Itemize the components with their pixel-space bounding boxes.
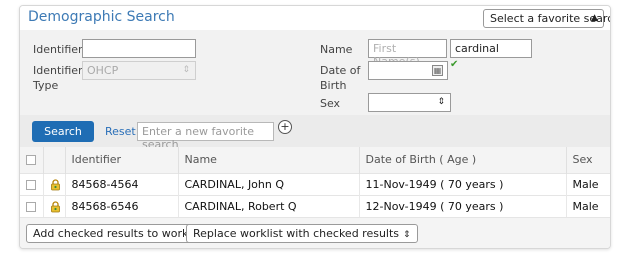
dob-label-line1: Date of [320, 64, 361, 77]
favorite-search-select[interactable]: Select a favorite search ▲ [483, 9, 610, 28]
identifier-type-label-line2: Type [33, 79, 59, 92]
select-arrows-icon: ⇕ [182, 65, 190, 75]
sex-select[interactable]: ⇕ [368, 93, 451, 112]
search-button[interactable]: Search [32, 121, 94, 142]
dob-cell: 12-Nov-1949 ( 70 years ) [358, 195, 566, 217]
select-arrows-icon: ⇕ [437, 97, 445, 107]
identifier-type-label-line1: Identifier [33, 64, 83, 77]
lock-icon [50, 178, 60, 190]
name-column-header[interactable]: Name [177, 147, 359, 173]
search-actions-bar: Search Reset Enter a new favorite search… [20, 115, 610, 151]
replace-worklist-select[interactable]: Replace worklist with checked results ⇕ [186, 224, 418, 243]
name-label: Name [320, 43, 353, 56]
dob-column-header[interactable]: Date of Birth ( Age ) [358, 147, 566, 173]
add-to-worklist-label: Add checked results to worklist [33, 227, 205, 240]
lock-cell [42, 195, 65, 217]
identifier-cell: 84568-6546 [64, 195, 178, 217]
select-arrows-icon: ⇕ [403, 230, 411, 240]
row-checkbox-cell [20, 195, 43, 217]
add-favorite-plus-icon[interactable]: + [278, 120, 292, 134]
row-checkbox[interactable] [26, 179, 36, 190]
lock-column-header [42, 147, 65, 173]
identifier-input[interactable] [82, 39, 196, 58]
dob-input[interactable]: ▦ [368, 61, 448, 80]
select-all-header [20, 147, 43, 173]
last-name-input[interactable]: cardinal [450, 39, 532, 58]
results-footer: Add checked results to worklist ⇕ Replace… [20, 217, 610, 248]
search-form: Identifier Identifier Type OHCP ⇕ Name F… [20, 30, 610, 115]
identifier-type-label: Identifier Type [33, 63, 83, 93]
results-table: Identifier Name Date of Birth ( Age ) Se… [20, 147, 610, 217]
table-row[interactable]: 84568-4564 CARDINAL, John Q 11-Nov-1949 … [20, 173, 610, 195]
dob-cell: 11-Nov-1949 ( 70 years ) [358, 173, 566, 195]
panel-title: Demographic Search [28, 9, 175, 25]
identifier-type-value: OHCP [87, 64, 119, 77]
results-header-row: Identifier Name Date of Birth ( Age ) Se… [20, 147, 610, 173]
sex-label: Sex [320, 97, 341, 110]
sex-column-header[interactable]: Sex [565, 147, 610, 173]
select-arrows-icon: ▲ [591, 13, 598, 23]
dob-label-line2: Birth [320, 79, 347, 92]
lock-icon [50, 201, 60, 213]
demographic-search-panel: Demographic Search Select a favorite sea… [19, 5, 611, 249]
panel-header: Demographic Search Select a favorite sea… [20, 6, 610, 30]
valid-check-icon: ✔ [450, 59, 459, 70]
identifier-cell: 84568-4564 [64, 173, 178, 195]
dob-label: Date of Birth [320, 63, 360, 93]
sex-cell: Male [565, 173, 610, 195]
lock-cell [42, 173, 65, 195]
favorite-name-input[interactable]: Enter a new favorite search [137, 122, 274, 151]
replace-worklist-label: Replace worklist with checked results [193, 227, 400, 240]
first-name-input[interactable]: First Name(s) [368, 39, 447, 68]
sex-cell: Male [565, 195, 610, 217]
identifier-type-select[interactable]: OHCP ⇕ [82, 61, 196, 80]
identifier-column-header[interactable]: Identifier [64, 147, 178, 173]
row-checkbox-cell [20, 173, 43, 195]
table-row[interactable]: 84568-6546 CARDINAL, Robert Q 12-Nov-194… [20, 195, 610, 217]
select-all-checkbox[interactable] [26, 155, 36, 166]
reset-link[interactable]: Reset [105, 125, 136, 138]
row-checkbox[interactable] [26, 201, 36, 212]
identifier-label: Identifier [33, 43, 83, 56]
name-cell: CARDINAL, Robert Q [177, 195, 359, 217]
name-cell: CARDINAL, John Q [177, 173, 359, 195]
calendar-icon[interactable]: ▦ [432, 65, 443, 76]
